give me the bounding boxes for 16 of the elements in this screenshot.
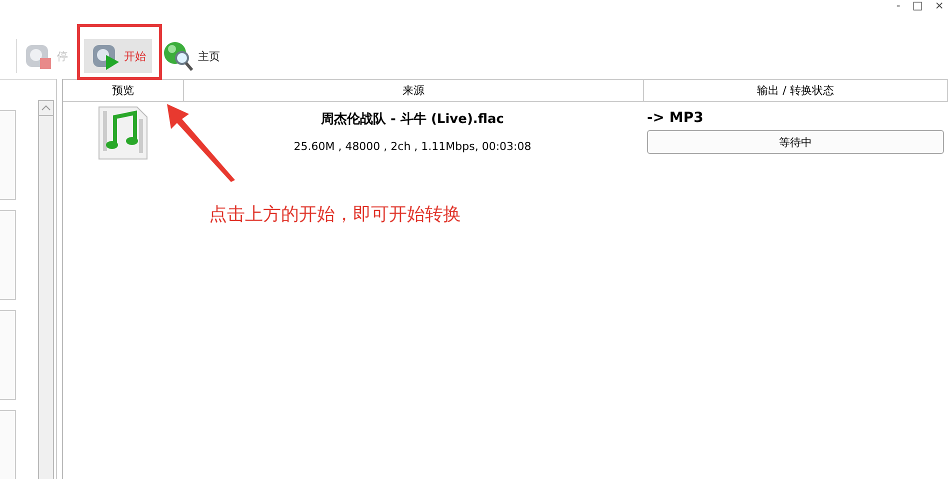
music-file-icon [97, 105, 149, 161]
toolbar-button[interactable]: 开始 [84, 39, 152, 73]
output-format: -> MP3 [647, 110, 704, 126]
toolbar-button[interactable]: 主页 [156, 39, 226, 73]
globe-magnifier-icon [162, 40, 194, 72]
scrollbar[interactable] [38, 100, 54, 479]
window-control[interactable]: - [896, 0, 900, 12]
file-details: 25.60M , 48000 , 2ch , 1.11Mbps, 00:03:08 [294, 140, 532, 153]
column-header[interactable]: 预览 [63, 80, 184, 101]
column-header[interactable]: 输出 / 转换状态 [644, 80, 948, 101]
file-name: 周杰伦战队 - 斗牛 (Live).flac [321, 111, 504, 128]
annotation-text: 点击上方的开始，即可开始转换 [209, 204, 461, 225]
window-control[interactable]: □ [912, 0, 923, 12]
window-control[interactable]: × [934, 0, 944, 12]
column-header[interactable]: 来源 [184, 80, 644, 101]
status-button[interactable]: 等待中 [647, 130, 944, 154]
